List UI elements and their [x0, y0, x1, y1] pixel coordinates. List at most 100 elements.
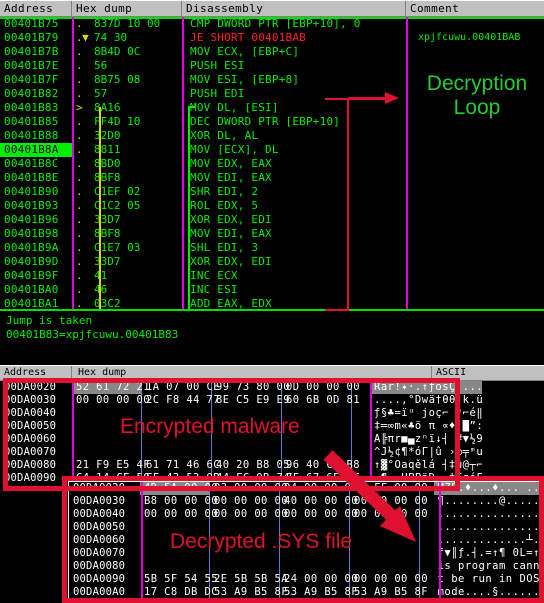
hex-row-bytes [72, 420, 370, 433]
screenshot-root: Address Hex dump Disassembly Comment 004… [0, 0, 544, 603]
hexdump1-header-hexdump[interactable]: Hex dump [72, 366, 432, 380]
hex-row-address: 00DA0080 [4, 459, 57, 471]
hex-row-ascii: t be run in DOS [437, 573, 540, 585]
disassembly-row[interactable]: 00401BA0. 46 INC ESI [0, 283, 544, 297]
disassembly-row[interactable]: 00401B85. FF4D 10 DEC DWORD PTR [EBP+10] [0, 115, 544, 129]
hex-byte-group: 00 00 00 00 [350, 495, 428, 508]
disassembly-row[interactable]: 00401B82. 57 PUSH EDI [0, 87, 544, 101]
disassembly-row[interactable]: 00401BA1. 03C2 ADD EAX, EDX [0, 297, 544, 309]
disassembly-row[interactable]: 00401B98. 8BF8 MOV EDI, EAX [0, 227, 544, 241]
row-marker-icon: . [76, 255, 83, 268]
hex-byte-group [282, 446, 352, 459]
hexdump1-divider-1 [72, 381, 74, 495]
hex-row-ascii: ƒ▼║ƒ.┤.=↑¶ 0L=↑Th [437, 547, 544, 559]
disassembly-row[interactable]: 00401B9F. 41 INC ECX [0, 269, 544, 283]
hex-byte-group [212, 420, 282, 433]
hex-row-ascii: ................ [437, 508, 544, 520]
hex-byte-group: 60 6B 0D 81 [282, 394, 360, 407]
hex-byte-group [212, 407, 282, 420]
disassembly-row[interactable]: 00401B79 .▼ 74 30 JE SHORT 00401BAB xpjfcuwu… [0, 31, 544, 45]
hex-byte-group: 00 00 00 00 [280, 508, 358, 521]
disassembly-row[interactable]: 00401B7F. 8B75 08 MOV ESI, [EBP+8] [0, 73, 544, 87]
hex-row-address: 00DA0090 [73, 573, 126, 585]
hex-byte-group [280, 521, 350, 534]
hex-row-bytes: 00 00 00 00 2C F8 44 77 8E C5 E9 E9 60 6B 0… [72, 394, 370, 407]
disassembly-row[interactable]: 00401B8A. 8811 MOV [ECX], DL [0, 143, 544, 157]
hex-row-bytes [140, 547, 434, 560]
hex-row-address: 00DA0020 [73, 482, 126, 494]
column-header-address[interactable]: Address [0, 1, 72, 16]
hex-byte-group [350, 560, 420, 573]
hex-byte-group [280, 547, 350, 560]
hex-row-bytes: 17 C8 DB DC 53 A9 B5 8F 53 A9 B5 8F 53 A9 B… [140, 586, 434, 599]
hexdump1-rows[interactable]: 00DA0020 52 61 72 21 1A 07 00 CE 99 73 80 0… [0, 381, 544, 485]
row-comment [406, 213, 544, 227]
row-instruction: SHL EDI, 3 [190, 241, 259, 254]
disassembly-row[interactable]: 00401B9D. 33D7 XOR EDX, EDI [0, 255, 544, 269]
row-instruction: INC ESI [190, 283, 238, 296]
row-address: 00401B93 [4, 199, 59, 212]
hex-row-ascii: ƒ§♣=ïᵘ joç⌐ ᵘ⌐é‖ ♦h [374, 407, 482, 419]
disassembly-row[interactable]: 00401B96. 33D7 XOR EDX, EDI [0, 213, 544, 227]
hexdump1-header-ascii[interactable]: ASCII [432, 366, 544, 380]
hex-byte-group: 1A 07 00 CE [142, 381, 220, 394]
disassembly-row[interactable]: 00401B8C. 8BD0 MOV EDX, EAX [0, 157, 544, 171]
column-header-disassembly[interactable]: Disassembly [182, 1, 406, 16]
hex-row-ascii: mode....§....... [437, 586, 544, 598]
row-instruction: CMP DWORD PTR [EBP+10], 0 [190, 17, 361, 30]
disassembly-listing[interactable]: 00401B75. 837D 10 00 CMP DWORD PTR [EBP+10… [0, 17, 544, 311]
row-marker-icon: . [76, 115, 83, 128]
hex-row-bytes: 5B 5F 54 55 2E 5B 5B 5A 24 00 00 00 00 00 0… [140, 573, 434, 586]
hexdump-window-decrypted: 00DA0020 4D 5A 90 00 03 00 00 00 04 00 00 0… [68, 481, 544, 603]
disassembly-row[interactable]: 00401B7E. 56 PUSH ESI [0, 59, 544, 73]
hexdump-row[interactable]: 00DA0020 52 61 72 21 1A 07 00 CE 99 73 80 0… [0, 381, 544, 394]
hexdump-row[interactable]: 00DA0030 00 00 00 00 2C F8 44 77 8E C5 E9 E… [0, 394, 544, 407]
disassembly-row[interactable]: 00401B9A. C1E7 03 SHL EDI, 3 [0, 241, 544, 255]
hexdump-row[interactable]: 00DA0070 ^J½¢¶*óΓ|û ›○╤ᵐu [0, 446, 544, 459]
row-marker-icon: . [76, 185, 83, 198]
disassembly-row[interactable]: 00401B8E. 8BF8 MOV EDI, EAX [0, 171, 544, 185]
disassembly-row[interactable]: 00401B88. 32D0 XOR DL, AL [0, 129, 544, 143]
hexdump-window-encrypted: Address Hex dump ASCII 00DA0020 52 61 72 … [0, 365, 544, 495]
disassembly-row[interactable]: 00401B75. 837D 10 00 CMP DWORD PTR [EBP+10… [0, 17, 544, 31]
disassembly-row[interactable]: 00401B83 >8A16 MOV DL, [ESI] [0, 101, 544, 115]
disassembler-column-headers: Address Hex dump Disassembly Comment [0, 0, 544, 17]
hex-row-ascii: Ä╠πr■▄zⁿï↓┤ #▼½9r┐ [374, 433, 482, 445]
hex-byte-group [140, 599, 210, 603]
row-marker-icon: . [76, 45, 83, 58]
hex-byte-group [210, 547, 280, 560]
row-comment [406, 297, 544, 309]
column-header-comment[interactable]: Comment [406, 1, 544, 16]
disassembly-row[interactable]: 00401B93. C1C2 05 ROL EDX, 5 [0, 199, 544, 213]
hex-row-address: 00DA0050 [4, 420, 57, 432]
hex-byte-group [282, 420, 352, 433]
row-marker-icon: . [76, 157, 83, 170]
hex-byte-group: 52 61 72 21 [72, 381, 150, 394]
hex-row-ascii: ¶........@....... [437, 495, 544, 507]
hexdump-row[interactable]: 00DA0040 ƒ§♣=ïᵘ joç⌐ ᵘ⌐é‖ ♦h [0, 407, 544, 420]
hex-byte-group: 00 00 00 00 [72, 394, 150, 407]
hexdump1-column-headers: Address Hex dump ASCII [0, 366, 544, 381]
row-address: 00401B9A [4, 241, 59, 254]
row-comment [406, 255, 544, 269]
row-hexbytes: 41 [94, 269, 108, 282]
hexdump-row[interactable]: 00DA0050 ‡═∞m«♣ö π ∝♦)█”: ┘ [0, 420, 544, 433]
row-address: 00401B7E [4, 59, 59, 72]
row-marker-icon: . [76, 213, 83, 226]
hex-byte-group [280, 560, 350, 573]
row-marker-icon: . [76, 171, 83, 184]
hex-byte-group [72, 446, 142, 459]
column-header-hexdump[interactable]: Hex dump [72, 1, 182, 16]
row-comment [406, 199, 544, 213]
hex-byte-group: 00 00 00 00 [210, 508, 288, 521]
disassembly-row[interactable]: 00401B90. C1EF 02 SHR EDI, 2 [0, 185, 544, 199]
row-instruction: XOR EDX, EDI [190, 255, 272, 268]
disassembly-row[interactable]: 00401B7B. 8B4D 0C MOV ECX, [EBP+C] [0, 45, 544, 59]
hex-byte-group: 04 00 00 00 [280, 482, 358, 495]
hexdump-row[interactable]: 00DA0060 Ä╠πr■▄zⁿï↓┤ #▼½9r┐ [0, 433, 544, 446]
hex-byte-group [142, 407, 212, 420]
row-comment [406, 17, 544, 31]
hexdump-row[interactable]: 00DA0080 21 F9 E5 4F 61 71 46 6C 40 20 B8 0… [0, 459, 544, 472]
hex-row-address: 00DA0060 [4, 433, 57, 445]
hexdump1-header-address[interactable]: Address [0, 366, 72, 380]
